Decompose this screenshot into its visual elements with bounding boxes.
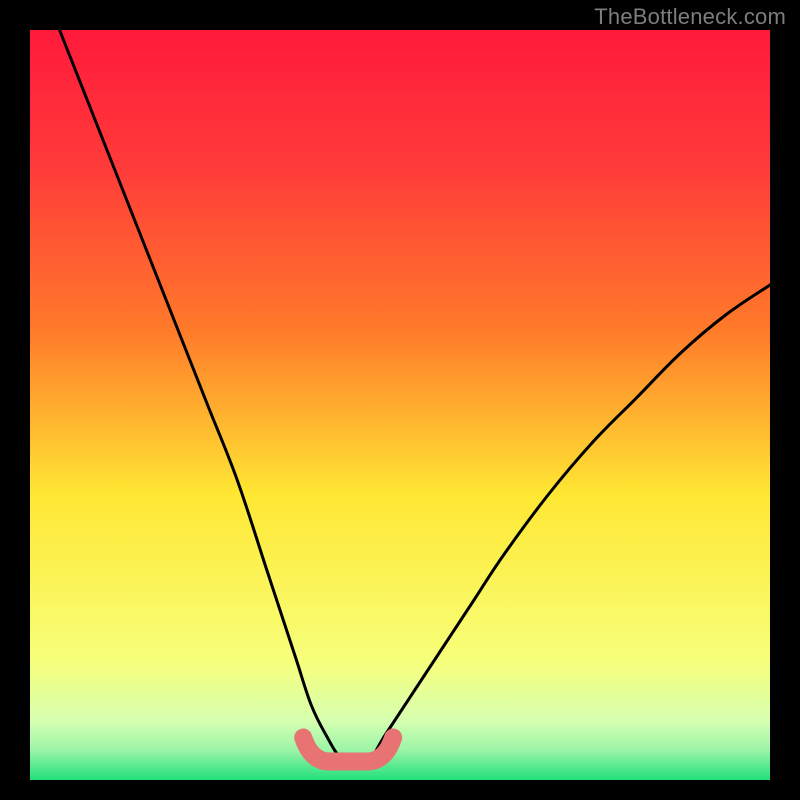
watermark-text: TheBottleneck.com: [594, 4, 786, 30]
chart-frame: { "watermark": "TheBottleneck.com", "col…: [0, 0, 800, 800]
bottleneck-chart: [0, 0, 800, 800]
plot-background: [30, 30, 770, 780]
